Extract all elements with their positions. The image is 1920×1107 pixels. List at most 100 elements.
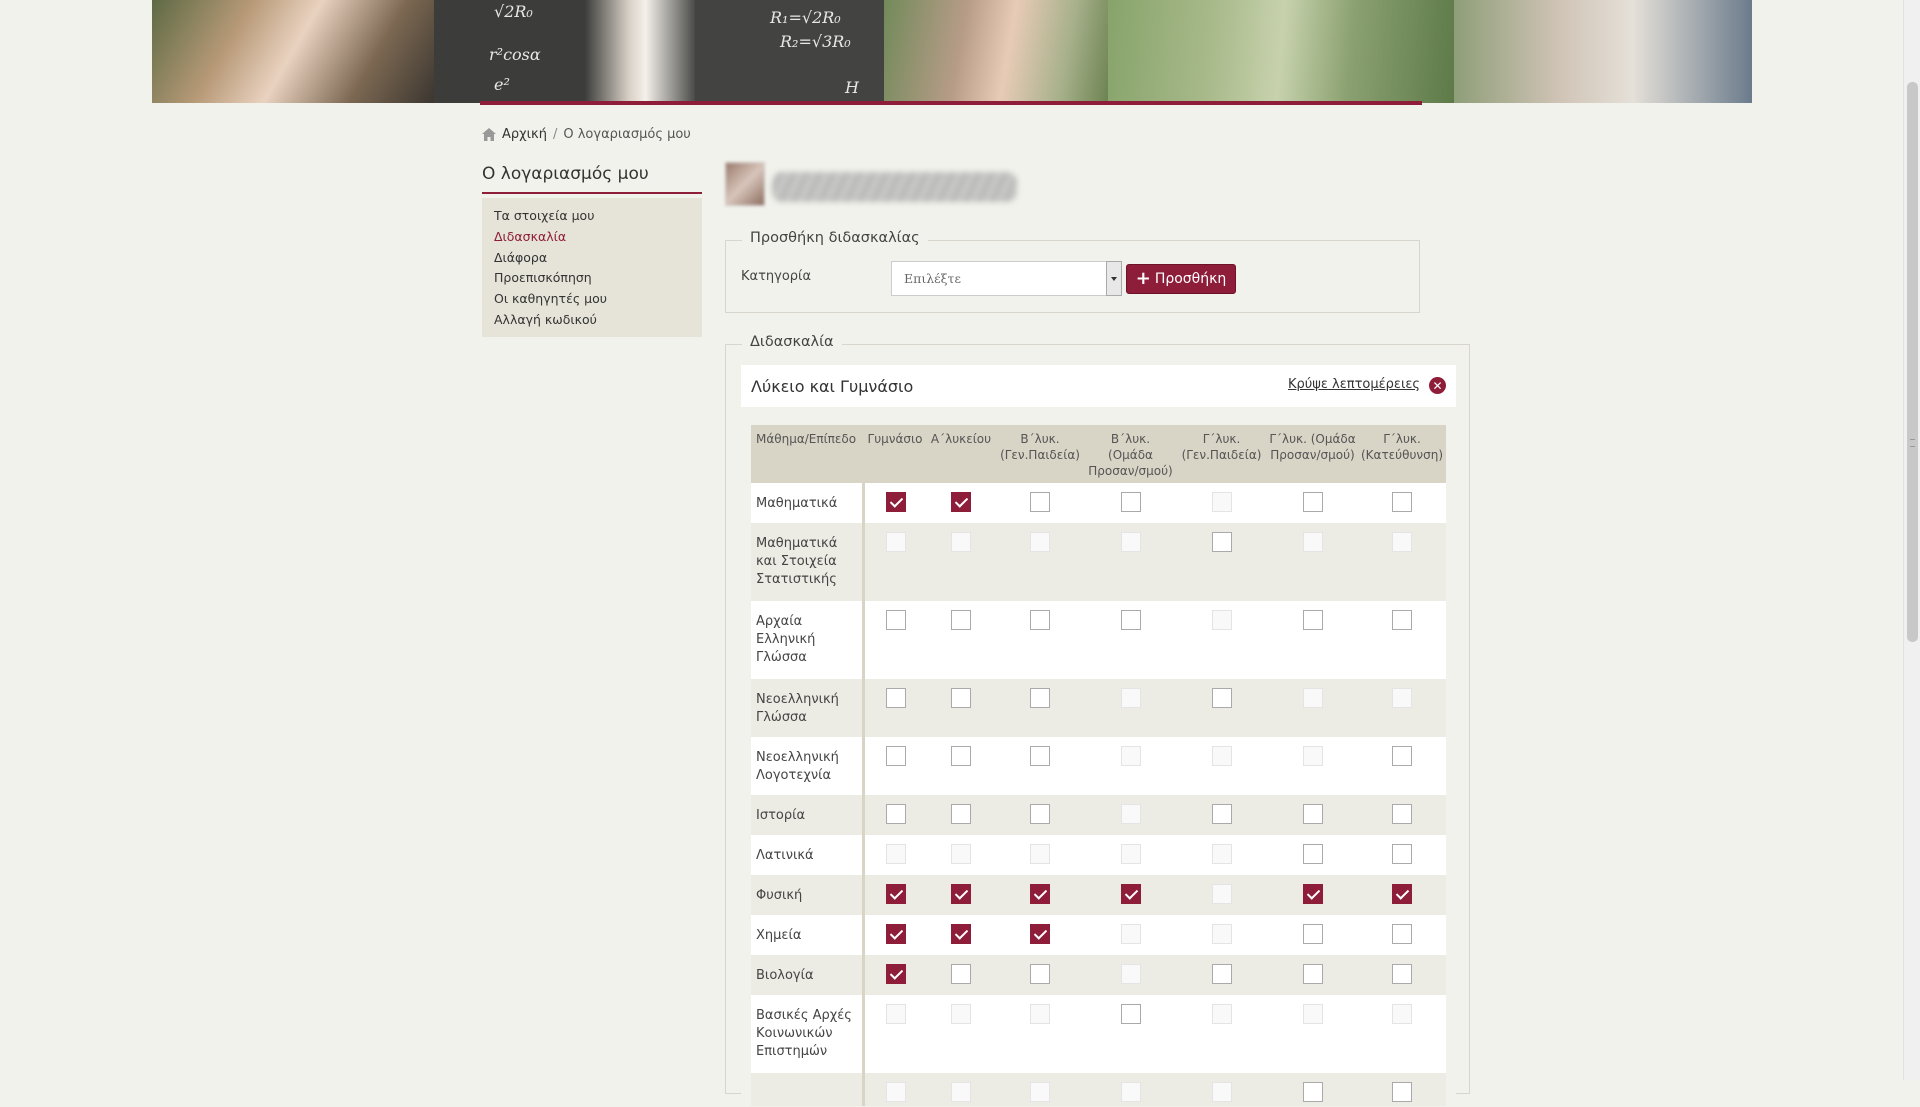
- sidebar-item-preview[interactable]: Προεπισκόπηση: [494, 268, 690, 289]
- table-cell: [1358, 915, 1446, 955]
- checkbox[interactable]: [1030, 492, 1050, 512]
- checkbox[interactable]: [951, 804, 971, 824]
- table-cell: [863, 737, 927, 795]
- table-cell: [863, 601, 927, 679]
- checkbox-checked[interactable]: [1302, 884, 1323, 904]
- sidebar-menu: Τα στοιχεία μου Διδασκαλία Διάφορα Προεπ…: [482, 198, 702, 337]
- table-cell: [1267, 483, 1358, 523]
- checkbox[interactable]: [1302, 844, 1323, 864]
- table-cell: [1176, 1073, 1267, 1106]
- checkbox[interactable]: [951, 610, 971, 630]
- checkbox[interactable]: [1030, 746, 1050, 766]
- checkbox-checked[interactable]: [885, 964, 906, 984]
- checkbox[interactable]: [1030, 804, 1050, 824]
- table-cell: [1085, 915, 1176, 955]
- banner-photo-chalkboard: √2R₀ r²cosα e²: [434, 0, 585, 103]
- checkbox[interactable]: [885, 688, 906, 708]
- sidebar-item-change-password[interactable]: Αλλαγή κωδικού: [494, 310, 690, 331]
- table-cell: [995, 875, 1085, 915]
- checkbox-checked[interactable]: [885, 492, 906, 512]
- checkbox[interactable]: [885, 746, 906, 766]
- checkbox[interactable]: [1211, 804, 1232, 824]
- table-cell: [1176, 483, 1267, 523]
- category-label: Κατηγορία: [741, 269, 812, 284]
- checkbox[interactable]: [1392, 1082, 1412, 1102]
- checkbox-disabled: [1211, 492, 1232, 512]
- breadcrumb-home-link[interactable]: Αρχική: [502, 127, 547, 142]
- checkbox-disabled: [951, 532, 971, 552]
- checkbox-disabled: [1211, 746, 1232, 766]
- checkbox[interactable]: [1302, 492, 1323, 512]
- subject-name: Βασικές Αρχές Κοινωνικών Επιστημών: [751, 995, 865, 1073]
- category-select[interactable]: Επιλέξτε: [891, 261, 1122, 296]
- table-cell: [927, 601, 995, 679]
- sidebar-item-my-details[interactable]: Τα στοιχεία μου: [494, 206, 690, 227]
- checkbox-checked[interactable]: [951, 492, 971, 512]
- table-row: Αρχαία Ελληνική Γλώσσα: [751, 601, 1446, 679]
- checkbox-disabled: [885, 1004, 906, 1024]
- checkbox[interactable]: [1392, 746, 1412, 766]
- checkbox-checked[interactable]: [1030, 924, 1050, 944]
- checkbox[interactable]: [1120, 1004, 1141, 1024]
- checkbox[interactable]: [1120, 492, 1141, 512]
- checkbox[interactable]: [1030, 964, 1050, 984]
- checkbox[interactable]: [951, 964, 971, 984]
- checkbox[interactable]: [1302, 610, 1323, 630]
- sidebar-item-my-teachers[interactable]: Οι καθηγητές μου: [494, 289, 690, 310]
- checkbox-disabled: [1302, 1004, 1323, 1024]
- checkbox[interactable]: [951, 688, 971, 708]
- checkbox[interactable]: [885, 804, 906, 824]
- subject-name: Ιστορία: [751, 795, 865, 835]
- checkbox[interactable]: [1392, 804, 1412, 824]
- table-cell: [863, 955, 927, 995]
- table-cell: [1085, 601, 1176, 679]
- scrollbar-thumb[interactable]: [1907, 82, 1918, 642]
- checkbox[interactable]: [1302, 1082, 1323, 1102]
- checkbox-checked[interactable]: [951, 884, 971, 904]
- checkbox-checked[interactable]: [1120, 884, 1141, 904]
- checkbox-checked[interactable]: [1030, 884, 1050, 904]
- checkbox[interactable]: [1392, 610, 1412, 630]
- subject-name: Νεοελληνική Λογοτεχνία: [751, 737, 865, 795]
- checkbox[interactable]: [1302, 964, 1323, 984]
- table-cell: [1085, 737, 1176, 795]
- checkbox[interactable]: [1392, 964, 1412, 984]
- checkbox-checked[interactable]: [885, 884, 906, 904]
- checkbox[interactable]: [951, 746, 971, 766]
- checkbox[interactable]: [1392, 844, 1412, 864]
- checkbox[interactable]: [1211, 964, 1232, 984]
- checkbox[interactable]: [1120, 610, 1141, 630]
- add-teaching-legend: Προσθήκη διδασκαλίας: [742, 230, 928, 246]
- sidebar-item-misc[interactable]: Διάφορα: [494, 248, 690, 269]
- scrollbar[interactable]: [1903, 0, 1920, 1080]
- checkbox[interactable]: [1302, 804, 1323, 824]
- subject-name: Μαθηματικά και Στοιχεία Στατιστικής: [751, 523, 865, 601]
- column-header-level: Β΄λυκ. (Γεν.Παιδεία): [995, 425, 1085, 483]
- checkbox[interactable]: [1302, 924, 1323, 944]
- hide-details-link[interactable]: Κρύψε λεπτομέρειες: [1288, 377, 1420, 392]
- breadcrumb-current: Ο λογαριασμός μου: [563, 126, 691, 142]
- banner-photo-girl: [884, 0, 1108, 103]
- checkbox[interactable]: [1392, 924, 1412, 944]
- chevron-down-icon[interactable]: [1106, 261, 1122, 296]
- table-cell: [863, 679, 927, 737]
- add-button[interactable]: + Προσθήκη: [1126, 264, 1236, 294]
- checkbox-disabled: [1120, 532, 1141, 552]
- table-cell: [927, 955, 995, 995]
- table-row: Νεοελληνική Γλώσσα: [751, 679, 1446, 737]
- table-cell: [863, 915, 927, 955]
- sidebar-item-teaching[interactable]: Διδασκαλία: [494, 227, 690, 248]
- checkbox-disabled: [1211, 610, 1232, 630]
- checkbox[interactable]: [1030, 688, 1050, 708]
- table-cell: [995, 915, 1085, 955]
- checkbox[interactable]: [1211, 532, 1232, 552]
- close-icon[interactable]: ✕: [1429, 377, 1446, 394]
- checkbox-checked[interactable]: [885, 924, 906, 944]
- checkbox[interactable]: [1030, 610, 1050, 630]
- checkbox[interactable]: [885, 610, 906, 630]
- checkbox-checked[interactable]: [951, 924, 971, 944]
- checkbox-checked[interactable]: [1392, 884, 1412, 904]
- username-blurred: [772, 172, 1017, 202]
- checkbox[interactable]: [1392, 492, 1412, 512]
- checkbox[interactable]: [1211, 688, 1232, 708]
